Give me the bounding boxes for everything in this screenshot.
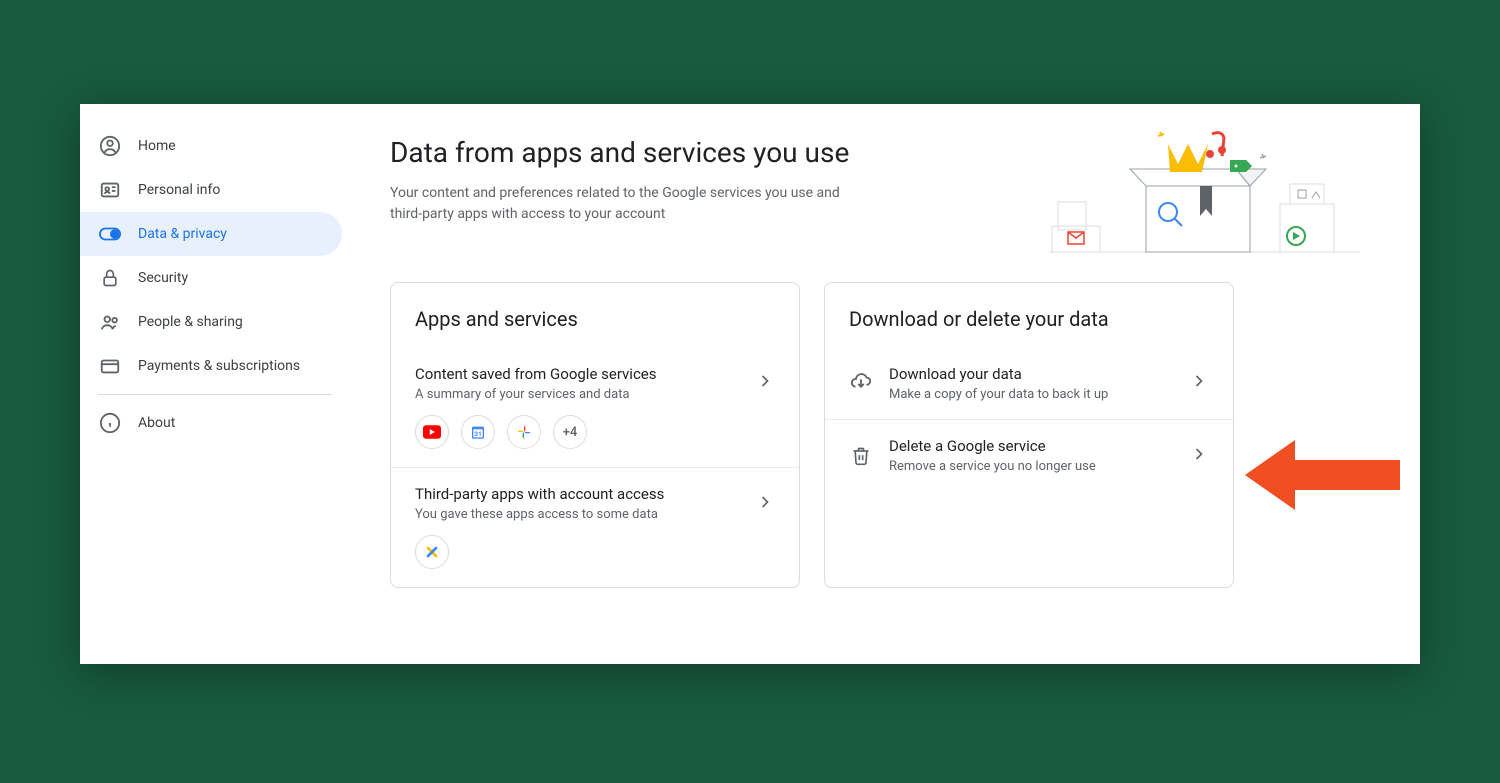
sidebar-item-label: People & sharing: [138, 314, 243, 330]
sidebar-item-personal-info[interactable]: Personal info: [80, 168, 342, 212]
chevron-right-icon: [1189, 444, 1209, 468]
row-content-saved[interactable]: Content saved from Google services A sum…: [391, 347, 799, 419]
settings-window: Home Personal info Data & privacy Securi…: [80, 104, 1420, 664]
cloud-download-icon: [849, 371, 873, 395]
row-title: Content saved from Google services: [415, 365, 755, 383]
third-party-app-icon: [415, 535, 449, 569]
sidebar-item-payments[interactable]: Payments & subscriptions: [80, 344, 342, 388]
sidebar-item-label: Data & privacy: [138, 226, 227, 242]
sidebar-divider: [98, 394, 332, 395]
row-delete-service[interactable]: Delete a Google service Remove a service…: [825, 419, 1233, 491]
row-title: Third-party apps with account access: [415, 485, 755, 503]
header-illustration: [1050, 124, 1360, 254]
more-services-chip[interactable]: +4: [553, 415, 587, 449]
chevron-right-icon: [1189, 371, 1209, 395]
row-subtitle: A summary of your services and data: [415, 387, 755, 402]
sidebar-item-data-privacy[interactable]: Data & privacy: [80, 212, 342, 256]
main-content: Data from apps and services you use Your…: [350, 104, 1420, 664]
card-title: Apps and services: [391, 283, 799, 347]
youtube-icon: [415, 415, 449, 449]
people-icon: [98, 310, 122, 334]
sidebar-item-label: Home: [138, 138, 176, 154]
sidebar-item-label: About: [138, 415, 175, 431]
sidebar-item-label: Payments & subscriptions: [138, 358, 300, 374]
chevron-right-icon: [755, 371, 775, 395]
info-icon: [98, 411, 122, 435]
row-subtitle: Remove a service you no longer use: [889, 459, 1189, 474]
lock-icon: [98, 266, 122, 290]
page-subtitle: Your content and preferences related to …: [390, 183, 870, 225]
toggle-icon: [98, 222, 122, 246]
chevron-right-icon: [755, 492, 775, 516]
card-title: Download or delete your data: [825, 283, 1233, 347]
row-subtitle: You gave these apps access to some data: [415, 507, 755, 522]
sidebar-item-about[interactable]: About: [80, 401, 342, 445]
row-title: Delete a Google service: [889, 437, 1189, 455]
calendar-icon: 31: [461, 415, 495, 449]
trash-icon: [849, 444, 873, 468]
user-circle-icon: [98, 134, 122, 158]
card-download-delete: Download or delete your data Download yo…: [824, 282, 1234, 588]
sidebar-item-home[interactable]: Home: [80, 124, 342, 168]
sidebar-item-label: Personal info: [138, 182, 220, 198]
row-third-party-apps[interactable]: Third-party apps with account access You…: [391, 467, 799, 539]
card-icon: [98, 354, 122, 378]
row-title: Download your data: [889, 365, 1189, 383]
photos-icon: [507, 415, 541, 449]
sidebar-item-label: Security: [138, 270, 188, 286]
card-apps-services: Apps and services Content saved from Goo…: [390, 282, 800, 588]
row-subtitle: Make a copy of your data to back it up: [889, 387, 1189, 402]
sidebar-item-security[interactable]: Security: [80, 256, 342, 300]
service-chips: 31 +4: [391, 415, 799, 467]
id-card-icon: [98, 178, 122, 202]
sidebar-item-people-sharing[interactable]: People & sharing: [80, 300, 342, 344]
row-download-data[interactable]: Download your data Make a copy of your d…: [825, 347, 1233, 419]
sidebar: Home Personal info Data & privacy Securi…: [80, 104, 350, 664]
third-party-chips: [391, 535, 799, 587]
svg-text:31: 31: [474, 430, 482, 438]
page-title: Data from apps and services you use: [390, 136, 870, 169]
